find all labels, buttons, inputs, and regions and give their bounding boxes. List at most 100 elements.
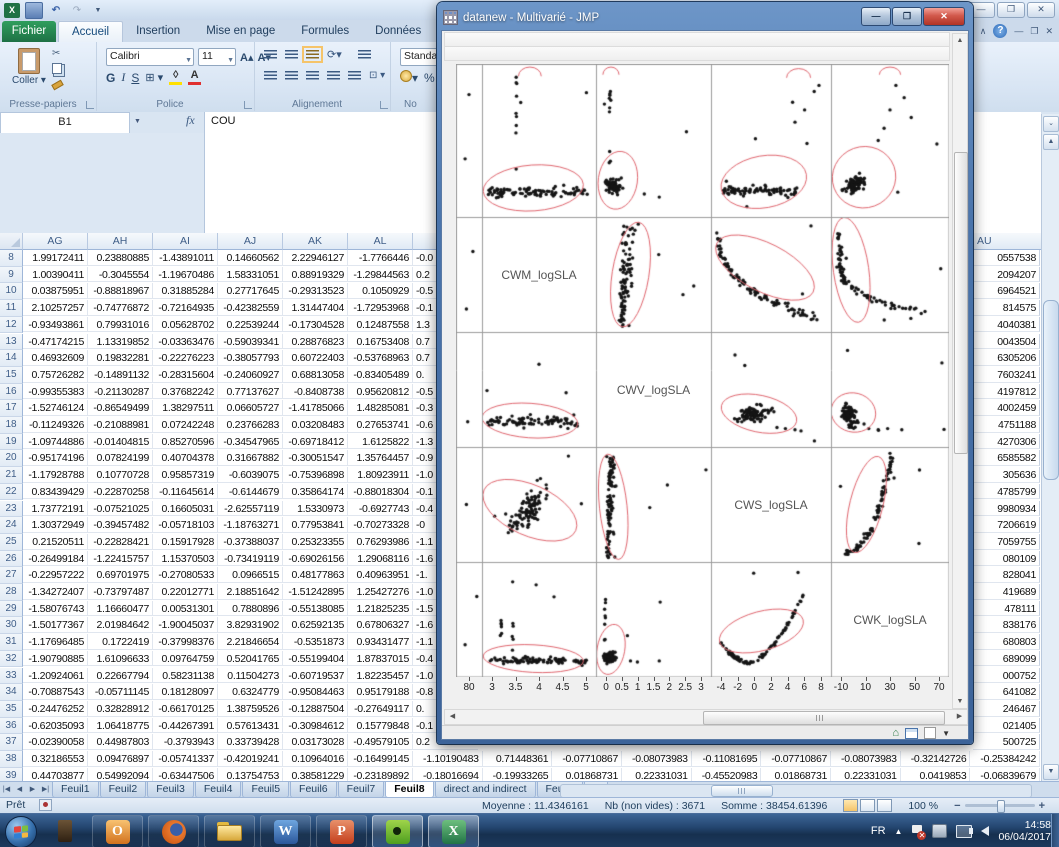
wrap-text-icon[interactable] [358,50,371,59]
column-header-AG[interactable]: AG [23,233,88,250]
cell[interactable]: 0.44987803 [88,734,153,750]
cell[interactable]: -1.90790885 [23,651,88,667]
row-header-30[interactable]: 30 [0,617,23,634]
cell[interactable]: -0.70273328 [348,517,413,533]
jmp-scroll-right-icon[interactable]: ▶ [952,711,967,723]
cell[interactable]: 0.07824199 [88,450,153,466]
zoom-out-icon[interactable]: − [954,800,960,812]
cell[interactable]: 0.22012771 [153,584,218,600]
jmp-home-icon[interactable]: ⌂ [892,728,899,739]
row-header-23[interactable]: 23 [0,501,23,518]
zoom-in-icon[interactable]: + [1039,800,1045,812]
cell[interactable]: 0.77953841 [283,517,348,533]
cell[interactable]: 0.46932609 [23,350,88,366]
row-header-26[interactable]: 26 [0,551,23,568]
taskbar-button-powerpoint[interactable]: P [316,815,367,847]
cell[interactable]: 1.00390411 [23,267,88,283]
cell-partial[interactable]: 6585582 [973,450,1040,466]
orientation-icon[interactable]: ⟳▾ [327,48,342,61]
cell[interactable]: -0.6039075 [218,467,283,483]
cell[interactable]: 0.69701975 [88,567,153,583]
ribbon-tab-données[interactable]: Données [362,21,434,42]
grow-font-icon[interactable]: A▴ [240,51,253,64]
taskbar-button-jmp[interactable] [372,815,423,847]
percent-style-icon[interactable]: % [424,71,435,85]
cell[interactable]: -0.05711145 [88,684,153,700]
cell[interactable]: -0.88018304 [348,484,413,500]
scatterplot-matrix[interactable]: CWM_logSLACWV_logSLACWS_logSLACWK_logSLA [456,64,949,677]
cell[interactable]: 0.15779848 [348,718,413,734]
cell[interactable]: 0.15917928 [153,534,218,550]
jmp-selection-box-icon[interactable] [924,727,936,739]
cell[interactable]: -0.02390058 [23,734,88,750]
cell[interactable]: -1.19670486 [153,267,218,283]
row-header-37[interactable]: 37 [0,734,23,751]
jmp-status-dropdown-icon[interactable]: ▼ [942,729,950,738]
increase-indent-icon[interactable] [348,71,361,80]
cell[interactable]: -0.22870258 [88,484,153,500]
cell[interactable]: 1.25427276 [348,584,413,600]
cell[interactable]: 0.58231138 [153,668,218,684]
cell[interactable]: -2.62557119 [218,501,283,517]
volume-icon[interactable] [981,826,989,836]
cell[interactable]: 0.27653741 [348,417,413,433]
cell[interactable]: -1.43891011 [153,250,218,266]
cell[interactable]: 0.19832281 [88,350,153,366]
cell[interactable]: 0.21520511 [23,534,88,550]
cell[interactable]: -0.07710867 [761,751,831,767]
sheet-tab-direct-and-indirect[interactable]: direct and indirect [435,782,536,798]
cell-partial[interactable]: 4785799 [973,484,1040,500]
sheet-tab-Feuil1[interactable]: Feuil1 [52,782,99,798]
scroll-up-icon[interactable]: ▲ [1043,134,1059,150]
jmp-minimize-button[interactable]: — [861,7,891,26]
taskbar-button-excel[interactable]: X [428,815,479,847]
cell[interactable]: 0.23766283 [218,417,283,433]
cell[interactable]: -1.58076743 [23,601,88,617]
cell[interactable]: 1.15370503 [153,551,218,567]
row-header-19[interactable]: 19 [0,434,23,451]
accounting-format-icon[interactable]: ▾ [400,70,418,85]
cell[interactable]: 1.99172411 [23,250,88,266]
sheet-tab-Feuil6[interactable]: Feuil6 [290,782,337,798]
cell[interactable]: 1.35764457 [348,450,413,466]
row-header-25[interactable]: 25 [0,534,23,551]
cell-partial[interactable]: 689099 [973,651,1040,667]
cell[interactable]: -0.42019241 [218,751,283,767]
cell[interactable]: -0.21130287 [88,384,153,400]
align-top-icon[interactable] [264,50,277,59]
cell[interactable]: 3.82931902 [218,617,283,633]
cell[interactable]: 0.03875951 [23,283,88,299]
zoom-slider-thumb[interactable] [997,800,1005,813]
cell[interactable]: 0.76293986 [348,534,413,550]
font-size-select[interactable]: 11▼ [198,48,236,66]
cell[interactable]: 1.16660477 [88,601,153,617]
cell[interactable]: 0.25323355 [283,534,348,550]
cell[interactable]: 0.93431477 [348,634,413,650]
language-indicator[interactable]: FR [871,825,886,837]
cell[interactable]: 0.60722403 [283,350,348,366]
cell[interactable]: -0.70887543 [23,684,88,700]
row-header-28[interactable]: 28 [0,584,23,601]
cell[interactable]: -1.10190483 [413,751,483,767]
select-all-corner[interactable] [0,233,23,250]
prev-sheet-icon[interactable]: ◀ [13,782,26,798]
cell[interactable]: 0.83439429 [23,484,88,500]
cell-partial[interactable]: 478111 [973,601,1040,617]
cell[interactable]: 0.22667794 [88,668,153,684]
row-header-15[interactable]: 15 [0,367,23,384]
bold-button[interactable]: G [106,71,115,85]
cell[interactable]: -0.44267391 [153,718,218,734]
cell[interactable]: -0.86549499 [88,400,153,416]
align-middle-icon[interactable] [285,50,298,59]
cell[interactable]: 1.6125822 [348,434,413,450]
cell[interactable]: 0.52041765 [218,651,283,667]
cell[interactable]: 0.79931016 [88,317,153,333]
help-icon[interactable]: ? [993,24,1007,38]
sheet-tab-Feuil4[interactable]: Feuil4 [195,782,242,798]
cell-partial[interactable]: 419689 [973,584,1040,600]
workbook-close-icon[interactable]: ✕ [1045,26,1053,37]
decrease-indent-icon[interactable] [327,71,340,80]
sheet-tab-Feuil8[interactable]: Feuil8 [385,782,433,798]
row-header-35[interactable]: 35 [0,701,23,718]
cell-partial[interactable]: 4270306 [973,434,1040,450]
